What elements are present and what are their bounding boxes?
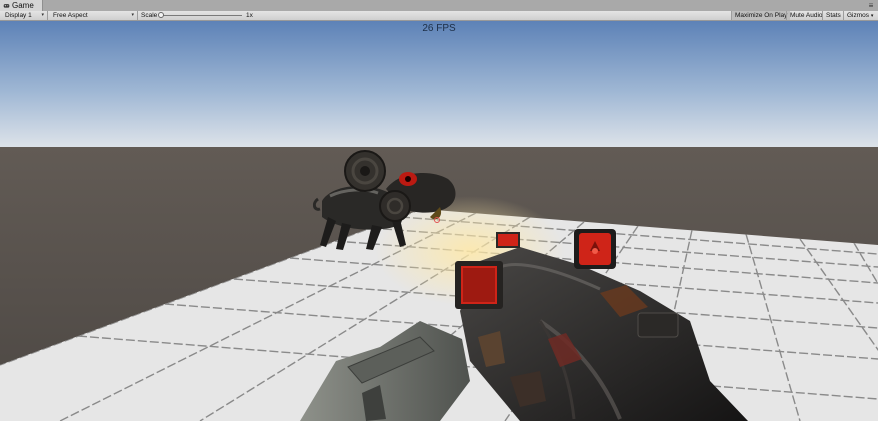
display-dropdown-label: Display 1: [5, 12, 32, 19]
sky: [0, 21, 878, 149]
aspect-dropdown[interactable]: Free Aspect ▾: [48, 11, 138, 20]
aspect-dropdown-label: Free Aspect: [53, 12, 88, 19]
gizmos-dropdown[interactable]: Gizmos ▾: [843, 11, 878, 20]
mute-audio-button[interactable]: Mute Audio: [786, 11, 826, 20]
window-menu-icon[interactable]: ≡: [867, 1, 875, 10]
fps-counter: 26 FPS: [422, 23, 456, 34]
maximize-on-play-label: Maximize On Play: [735, 12, 788, 19]
game-viewport[interactable]: 26 FPS: [0, 21, 878, 421]
scale-slider-thumb[interactable]: [158, 12, 164, 18]
scene-render: [0, 21, 878, 421]
game-view-icon: [3, 4, 10, 8]
maximize-on-play-button[interactable]: Maximize On Play: [731, 11, 791, 20]
dropdown-arrow-icon: ▾: [41, 12, 44, 18]
stats-button[interactable]: Stats: [822, 11, 844, 20]
display-dropdown[interactable]: Display 1 ▾: [0, 11, 48, 20]
rear-sight: [496, 232, 520, 248]
dropdown-arrow-icon: ▾: [870, 13, 874, 19]
side-scope: [455, 261, 503, 309]
dropdown-arrow-icon: ▾: [131, 12, 134, 18]
tab-game-label: Game: [12, 1, 34, 10]
scale-slider-track[interactable]: [160, 15, 242, 16]
mute-audio-label: Mute Audio: [790, 12, 823, 19]
game-toolbar: Display 1 ▾ Free Aspect ▾ Scale 1x Maxim…: [0, 11, 878, 21]
scale-value: 1x: [246, 12, 253, 19]
stats-label: Stats: [826, 12, 841, 19]
tab-game[interactable]: Game: [0, 0, 43, 11]
red-dot-sight: [574, 229, 616, 269]
gizmos-label: Gizmos: [847, 12, 870, 19]
scale-label: Scale: [141, 12, 158, 19]
